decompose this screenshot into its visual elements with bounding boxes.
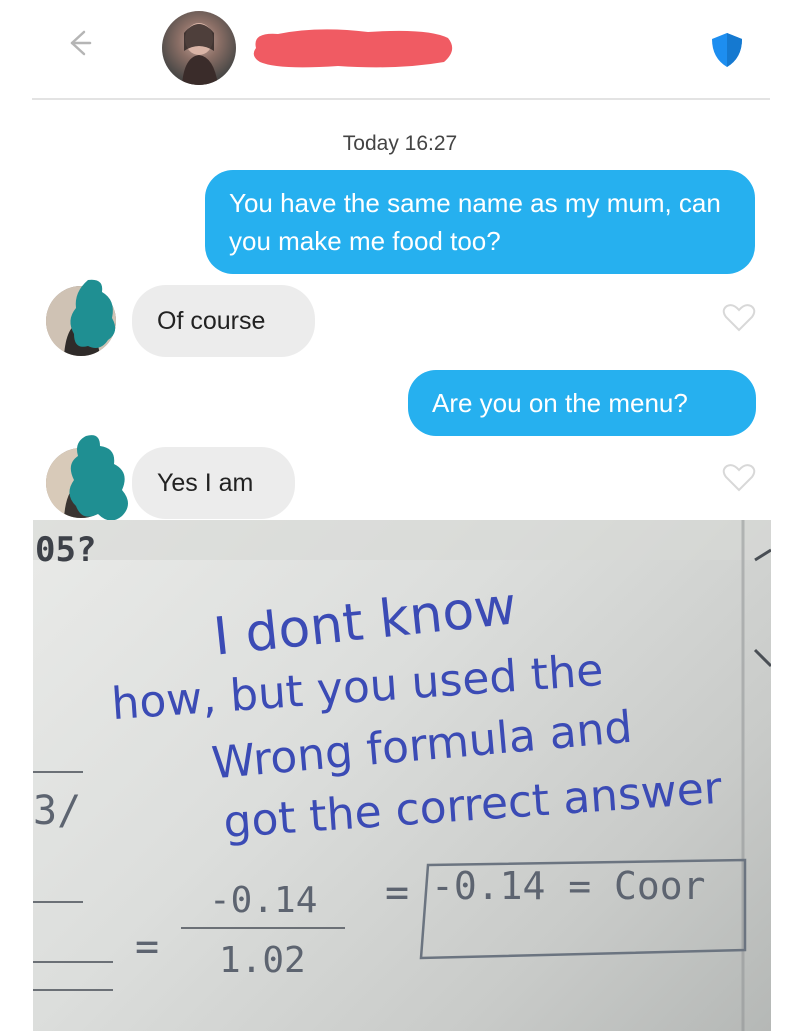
- message-bubble-outgoing[interactable]: You have the same name as my mum, can yo…: [205, 170, 755, 274]
- fraction-fragment: 3/: [33, 788, 82, 834]
- equals-sign: =: [135, 924, 160, 970]
- shared-photo[interactable]: 05? I dont know how, but you used the Wr…: [33, 520, 771, 1031]
- name-redaction: [253, 29, 453, 68]
- message-bubble-incoming[interactable]: Of course: [132, 285, 315, 357]
- heart-icon[interactable]: [722, 303, 756, 333]
- back-arrow-icon[interactable]: [62, 26, 96, 60]
- question-number: 05?: [35, 530, 97, 570]
- message-bubble-outgoing[interactable]: Are you on the menu?: [408, 370, 756, 436]
- face-redaction: [70, 279, 116, 348]
- numerator: -0.14: [209, 880, 318, 921]
- heart-icon[interactable]: [722, 463, 756, 493]
- denominator: 1.02: [219, 940, 306, 981]
- face-redaction: [69, 435, 128, 521]
- shield-icon[interactable]: [708, 30, 746, 70]
- header-divider: [32, 98, 770, 100]
- avatar[interactable]: [162, 11, 236, 85]
- equals-sign: =: [385, 870, 410, 916]
- message-bubble-incoming[interactable]: Yes I am: [132, 447, 295, 519]
- boxed-answer: -0.14 = Coor: [431, 864, 706, 908]
- message-timestamp: Today 16:27: [342, 132, 458, 155]
- chat-header: [0, 0, 800, 100]
